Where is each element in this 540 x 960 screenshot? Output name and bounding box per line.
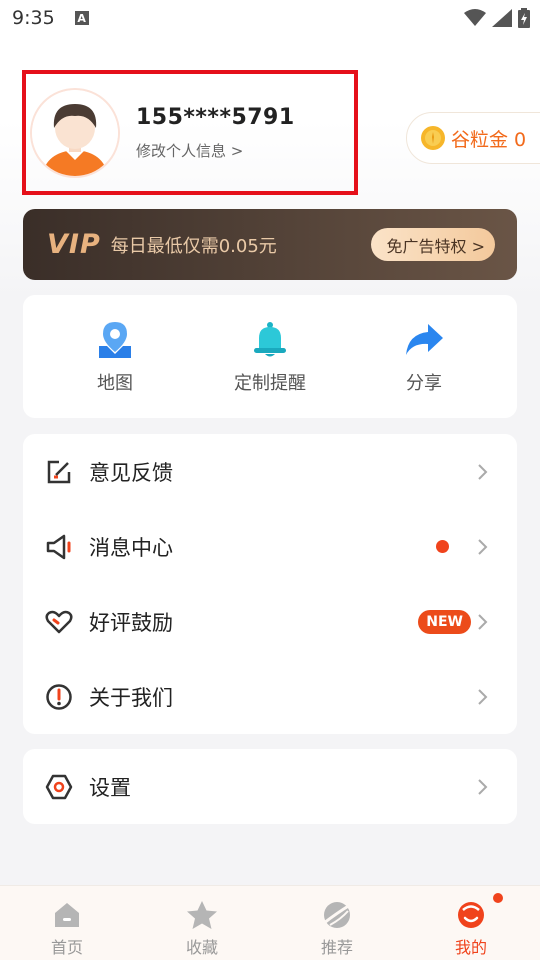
chevron-right-icon [478,538,488,555]
map-pin-icon [99,322,131,358]
tab-mine[interactable]: 我的 [431,898,511,958]
unread-dot [436,540,449,553]
menu-item-messages[interactable]: 消息中心 [23,509,517,584]
quick-action-label: 地图 [97,373,133,394]
bottom-tab-bar: 首页 收藏 推荐 我的 [0,885,540,960]
battery-icon [518,8,530,28]
gold-coin-icon [421,126,445,150]
menu-item-label: 意见反馈 [89,460,173,485]
tab-recommend[interactable]: 推荐 [297,898,377,958]
vip-banner[interactable]: VIP 每日最低仅需0.05元 免广告特权 > [23,209,517,280]
chevron-right-icon [478,463,488,480]
bell-icon [254,322,286,357]
notification-a-icon: A [74,11,89,25]
menu-item-settings[interactable]: 设置 [23,749,517,824]
quick-action-reminder[interactable]: 定制提醒 [210,319,330,395]
quick-action-share[interactable]: 分享 [364,319,484,395]
settings-hexagon-icon [45,773,73,801]
tab-favorites[interactable]: 收藏 [162,898,242,958]
tab-label: 我的 [454,938,487,957]
tab-home[interactable]: 首页 [27,898,107,958]
star-icon [187,901,217,929]
heart-icon [45,608,73,636]
coin-label: 谷粒金 0 [451,128,527,151]
tab-notification-dot [493,893,503,903]
info-circle-icon [45,683,73,711]
wifi-icon [464,9,486,26]
signal-icon [492,9,512,27]
chevron-right-icon [478,613,488,630]
coin-balance-button[interactable]: 谷粒金 0 [406,112,540,164]
menu-item-feedback[interactable]: 意见反馈 [23,434,517,509]
avatar-illustration [32,89,118,176]
profile-face-icon [458,902,484,928]
status-indicators [464,8,530,28]
tab-label: 收藏 [185,938,218,957]
avatar[interactable] [30,87,120,178]
home-icon [55,903,79,927]
menu-item-about[interactable]: 关于我们 [23,659,517,734]
status-time: 9:35 [12,7,55,29]
quick-action-label: 分享 [406,373,442,394]
quick-action-map[interactable]: 地图 [55,319,175,395]
menu-item-label: 消息中心 [89,535,173,560]
chevron-right-icon [478,778,488,795]
profile-card[interactable]: 155****5791 修改个人信息 > [22,70,358,195]
megaphone-icon [45,533,73,561]
feedback-edit-icon [45,458,73,486]
settings-row[interactable]: 设置 [23,749,517,824]
share-arrow-icon [406,324,443,355]
tab-label: 推荐 [320,938,353,957]
menu-item-label: 好评鼓励 [89,610,173,635]
quick-actions-card: 地图 定制提醒 分享 [23,295,517,418]
settings-label: 设置 [89,775,131,800]
profile-text: 155****5791 修改个人信息 > [136,105,295,161]
menu-item-rate[interactable]: 好评鼓励 NEW [23,584,517,659]
planet-icon [323,902,351,928]
chevron-right-icon [478,688,488,705]
menu-item-label: 关于我们 [89,685,173,710]
quick-action-label: 定制提醒 [234,373,306,394]
menu-card: 意见反馈 消息中心 好评鼓励 NEW 关于我们 [23,434,517,734]
ad-free-button[interactable]: 免广告特权 > [370,228,495,261]
vip-logo: VIP [47,229,101,260]
vip-description: 每日最低仅需0.05元 [110,235,277,257]
new-badge: NEW [418,609,471,634]
phone-number: 155****5791 [136,104,295,130]
tab-label: 首页 [50,938,83,957]
edit-profile-link[interactable]: 修改个人信息 > [136,140,295,161]
status-bar: 9:35 A [0,0,540,36]
